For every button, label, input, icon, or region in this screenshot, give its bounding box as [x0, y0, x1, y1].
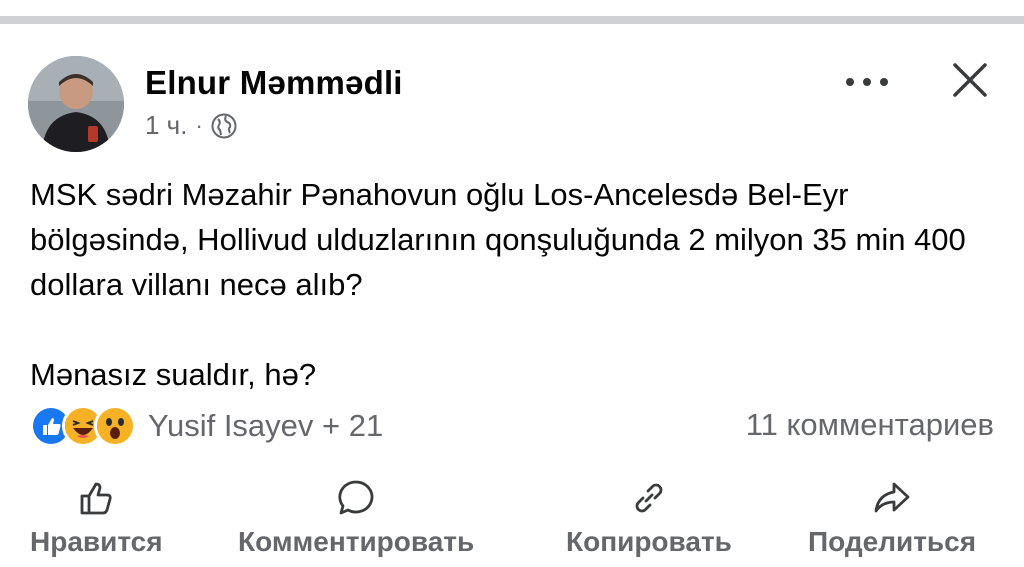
post-text: MSK sədri Məzahir Pənahovun oğlu Los-Anc…: [30, 172, 1000, 397]
wow-reaction-icon: [94, 405, 136, 447]
post-paragraph: Mənasız sualdır, hə?: [30, 357, 317, 392]
top-divider: [0, 0, 1024, 24]
share-button[interactable]: Поделиться: [808, 478, 976, 558]
post-paragraph: MSK sədri Məzahir Pənahovun oğlu Los-Anc…: [30, 177, 966, 302]
globe-icon[interactable]: [211, 113, 237, 139]
copy-label: Копировать: [566, 526, 732, 557]
reactions-bar[interactable]: Yusif Isayev + 21: [30, 405, 383, 447]
avatar-photo: [28, 56, 124, 152]
copy-button[interactable]: Копировать: [566, 478, 732, 558]
like-button[interactable]: Нравится: [30, 478, 163, 558]
more-options-icon[interactable]: [846, 70, 888, 94]
post-time[interactable]: 1 ч.: [145, 110, 187, 141]
share-label: Поделиться: [808, 526, 977, 557]
close-icon[interactable]: [952, 62, 988, 98]
meta-separator: ·: [195, 112, 203, 138]
post-meta: 1 ч. ·: [145, 110, 237, 141]
author-name[interactable]: Elnur Məmmədli: [145, 64, 403, 102]
share-icon: [874, 482, 910, 513]
post-actions: Нравится Комментировать Копировать Подел…: [0, 478, 1024, 558]
link-icon: [635, 483, 663, 513]
comment-icon: [338, 480, 374, 515]
comments-count[interactable]: 11 комментариев: [746, 407, 994, 443]
comment-button[interactable]: Комментировать: [238, 478, 474, 558]
avatar[interactable]: [28, 56, 124, 152]
comment-label: Комментировать: [238, 526, 475, 557]
reaction-names[interactable]: Yusif Isayev + 21: [148, 408, 383, 444]
thumbs-up-icon: [80, 482, 112, 515]
like-label: Нравится: [30, 526, 163, 557]
